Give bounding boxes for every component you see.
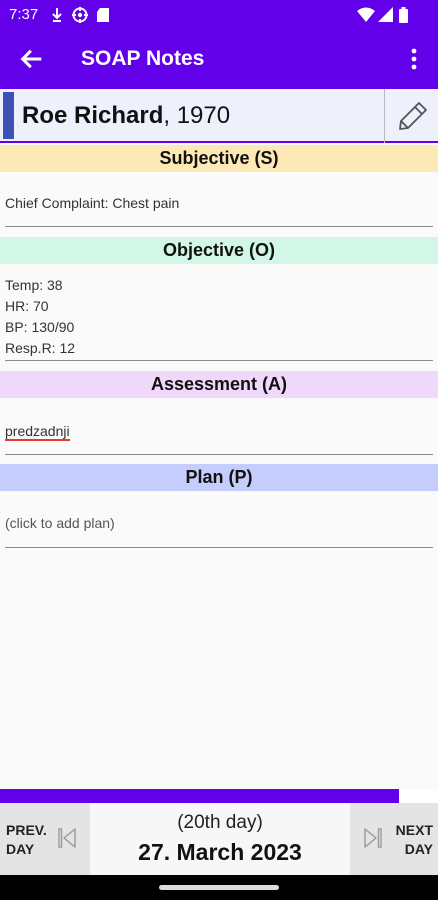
objective-header: Objective (O) [0, 237, 438, 264]
patient-accent-stripe [3, 92, 14, 139]
assessment-text[interactable]: predzadnji [5, 421, 70, 442]
date-display[interactable]: (20th day) 27. March 2023 [90, 803, 350, 875]
day-progress-fill [0, 789, 399, 803]
patient-name[interactable]: Roe Richard, 1970 [22, 102, 230, 130]
objective-divider [5, 360, 433, 361]
skip-next-icon [364, 828, 382, 848]
plan-divider [5, 547, 433, 548]
objective-line-resp: Resp.R: 12 [5, 340, 76, 356]
back-arrow-icon[interactable] [18, 45, 46, 73]
skip-previous-icon [58, 828, 76, 848]
status-bar: 7:37 [0, 0, 438, 30]
battery-icon [399, 7, 408, 23]
system-navigation-bar [0, 875, 438, 900]
patient-header: Roe Richard, 1970 [0, 89, 438, 143]
assessment-header: Assessment (A) [0, 371, 438, 398]
day-navigation: PREV. DAY (20th day) 27. March 2023 NEXT… [0, 803, 438, 875]
next-day-label-2: DAY [404, 841, 433, 857]
next-day-button[interactable]: NEXT DAY [350, 803, 438, 875]
prev-day-button[interactable]: PREV. DAY [0, 803, 90, 875]
prev-day-label-2: DAY [6, 841, 35, 857]
pencil-icon [399, 102, 427, 130]
subjective-header: Subjective (S) [0, 145, 438, 172]
plan-header: Plan (P) [0, 464, 438, 491]
plan-text[interactable]: (click to add plan) [5, 513, 115, 534]
sd-card-icon [97, 8, 109, 22]
subjective-line: Chief Complaint: Chest pain [5, 195, 180, 211]
edit-patient-button[interactable] [384, 89, 438, 143]
target-icon [72, 7, 88, 23]
objective-line-temp: Temp: 38 [5, 277, 63, 293]
next-day-label-1: NEXT [395, 822, 433, 838]
prev-day-label-1: PREV. [6, 822, 47, 838]
subjective-divider [5, 226, 433, 227]
page-title: SOAP Notes [81, 47, 205, 70]
signal-icon [378, 7, 393, 22]
patient-birth-year: , 1970 [163, 102, 231, 129]
app-bar: SOAP Notes [0, 30, 438, 89]
objective-line-hr: HR: 70 [5, 298, 49, 314]
day-number: (20th day) [177, 812, 263, 833]
assessment-line: predzadnji [5, 423, 70, 441]
patient-full-name: Roe Richard [22, 102, 164, 129]
subjective-text[interactable]: Chief Complaint: Chest pain [5, 193, 179, 214]
more-options-icon[interactable] [404, 48, 424, 70]
objective-line-bp: BP: 130/90 [5, 319, 75, 335]
home-gesture-pill[interactable] [159, 885, 279, 890]
download-icon [52, 8, 62, 22]
objective-text[interactable]: Temp: 38 HR: 70 BP: 130/90 Resp.R: 12 [5, 275, 75, 359]
assessment-divider [5, 454, 433, 455]
current-date: 27. March 2023 [138, 839, 302, 865]
plan-placeholder: (click to add plan) [5, 515, 115, 531]
wifi-icon [357, 7, 375, 22]
status-time: 7:37 [9, 6, 39, 23]
